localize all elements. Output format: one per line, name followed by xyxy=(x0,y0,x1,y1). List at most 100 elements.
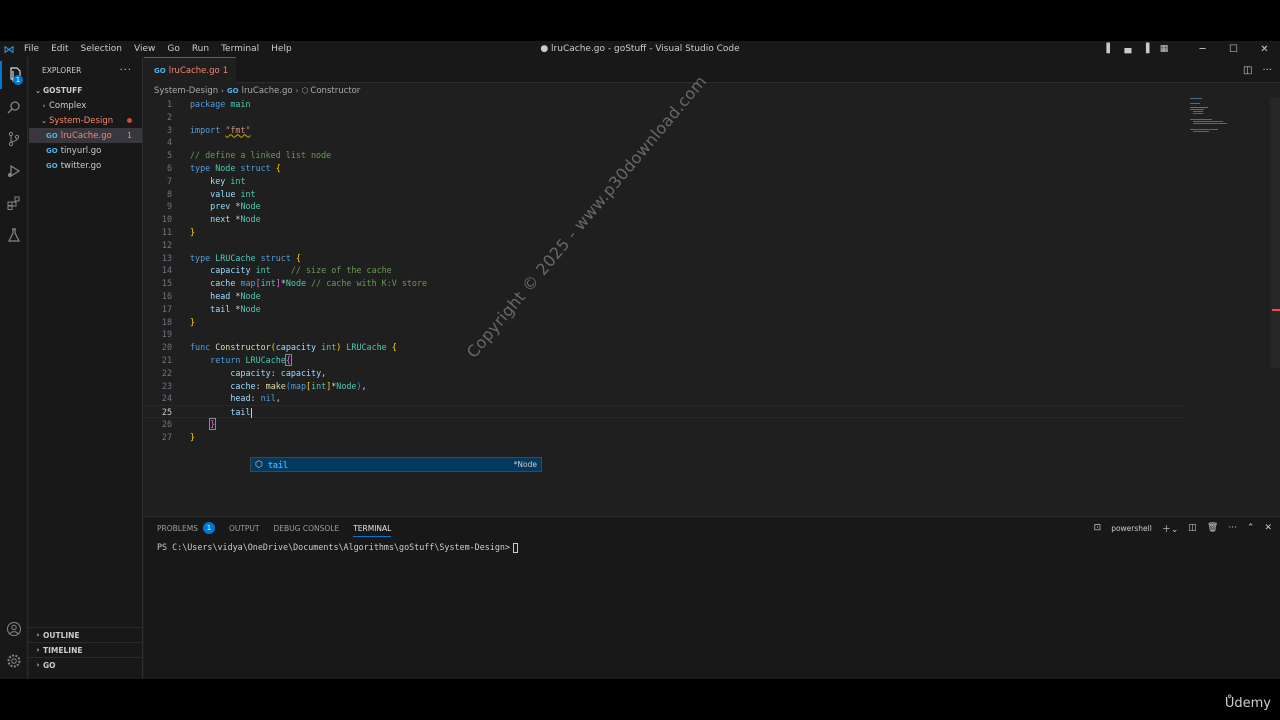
split-terminal-icon[interactable]: ◫ xyxy=(1188,523,1197,533)
split-editor-icon[interactable]: ◫ xyxy=(1243,65,1252,76)
minimize-icon[interactable]: ─ xyxy=(1187,44,1218,55)
window-controls: ▌ ▄ ▐ ▦ ─ ☐ ✕ xyxy=(1101,41,1280,57)
code-line: 20 func Constructor(capacity int) LRUCach… xyxy=(144,341,1184,354)
workspace-root[interactable]: ⌄ GOSTUFF xyxy=(29,83,142,98)
run-debug-icon[interactable] xyxy=(0,157,28,185)
sidebar-sections: › OUTLINE › TIMELINE › GO xyxy=(29,627,143,672)
line-number: 24 xyxy=(161,393,172,404)
menu-file[interactable]: File xyxy=(18,41,45,57)
maximize-icon[interactable]: ☐ xyxy=(1218,44,1249,55)
go-file-icon: GO xyxy=(46,131,58,140)
code-line: 10 next *Node xyxy=(144,213,1184,226)
tree-file-lrucache[interactable]: GO lruCache.go 1 xyxy=(29,128,142,143)
new-terminal-icon[interactable]: ＋⌄ xyxy=(1162,522,1179,535)
go-file-icon: GO xyxy=(154,66,166,75)
line-number: 6 xyxy=(166,163,172,173)
customize-layout-icon[interactable]: ▦ xyxy=(1155,44,1173,54)
source-control-icon[interactable] xyxy=(0,125,28,153)
menu-terminal[interactable]: Terminal xyxy=(215,41,265,57)
terminal[interactable]: PS C:\Users\vidya\OneDrive\Documents\Alg… xyxy=(157,542,518,553)
section-go[interactable]: › GO xyxy=(29,657,143,672)
toggle-secondary-sidebar-icon[interactable]: ▐ xyxy=(1137,44,1155,54)
kill-terminal-icon[interactable]: 🗑 xyxy=(1207,523,1218,533)
minimap[interactable] xyxy=(1190,98,1270,138)
terminal-prompt: PS C:\Users\vidya\OneDrive\Documents\Alg… xyxy=(157,542,510,552)
toggle-panel-icon[interactable]: ▄ xyxy=(1119,44,1137,54)
breadcrumb-symbol[interactable]: Constructor xyxy=(310,86,360,96)
panel-actions: ⊡ powershell ＋⌄ ◫ 🗑 ··· ⌃ ✕ xyxy=(1094,517,1272,539)
tab-debug-console[interactable]: DEBUG CONSOLE xyxy=(274,517,340,539)
close-window-icon[interactable]: ✕ xyxy=(1249,44,1280,55)
line-number: 3 xyxy=(166,124,172,135)
code-line: 18} xyxy=(144,316,1184,329)
workspace-root-label: GOSTUFF xyxy=(43,86,83,95)
line-number: 11 xyxy=(161,227,172,237)
tree-folder-label: System-Design xyxy=(49,115,114,126)
tree-file-tinyurl[interactable]: GO tinyurl.go xyxy=(29,143,142,158)
tab-lrucache[interactable]: GO lruCache.go 1 xyxy=(144,57,236,83)
maximize-panel-icon[interactable]: ⌃ xyxy=(1247,523,1255,533)
line-number: 2 xyxy=(166,111,172,122)
error-count: 1 xyxy=(126,131,132,140)
line-number: 14 xyxy=(161,265,172,276)
more-actions-icon[interactable]: ··· xyxy=(1228,523,1237,533)
section-outline[interactable]: › OUTLINE xyxy=(29,627,143,642)
tree-file-twitter[interactable]: GO twitter.go xyxy=(29,158,142,173)
line-number: 8 xyxy=(166,188,172,199)
autocomplete-item[interactable]: ⬡ tail *Node xyxy=(251,458,541,471)
line-number: 4 xyxy=(166,137,172,148)
extensions-icon[interactable] xyxy=(0,189,28,217)
tab-output[interactable]: OUTPUT xyxy=(229,517,260,539)
chevron-right-icon: › xyxy=(36,646,40,654)
menu-view[interactable]: View xyxy=(128,41,161,57)
tab-error-count: 1 xyxy=(222,65,229,76)
chevron-right-icon: › xyxy=(36,661,40,669)
code-line: 6 type Node struct { xyxy=(144,162,1184,175)
vscode-logo-icon: ⋈ xyxy=(3,42,15,56)
section-timeline[interactable]: › TIMELINE xyxy=(29,642,143,657)
explorer-icon[interactable]: 1 xyxy=(0,61,28,89)
toggle-primary-sidebar-icon[interactable]: ▌ xyxy=(1101,44,1119,54)
go-file-icon: GO xyxy=(46,146,58,155)
terminal-shell-label[interactable]: powershell xyxy=(1111,524,1152,533)
more-actions-icon[interactable]: ··· xyxy=(119,65,132,76)
menu-run[interactable]: Run xyxy=(186,41,215,57)
section-label: TIMELINE xyxy=(43,645,83,655)
line-number: 18 xyxy=(161,316,172,327)
breadcrumb-folder[interactable]: System-Design xyxy=(154,86,218,96)
close-panel-icon[interactable]: ✕ xyxy=(1264,523,1272,533)
account-icon[interactable] xyxy=(0,615,28,643)
chevron-down-icon: ⌄ xyxy=(35,86,41,95)
menu-selection[interactable]: Selection xyxy=(75,41,128,57)
search-icon[interactable] xyxy=(0,93,28,121)
code-line: 22 capacity: capacity, xyxy=(144,367,1184,380)
tab-terminal[interactable]: TERMINAL xyxy=(353,517,392,539)
bottom-panel: PROBLEMS 1 OUTPUT DEBUG CONSOLE TERMINAL… xyxy=(144,516,1280,679)
tab-problems[interactable]: PROBLEMS 1 xyxy=(157,517,215,539)
editor-tabs: GO lruCache.go 1 ◫ ··· xyxy=(144,57,1280,83)
chevron-down-icon: ⌄ xyxy=(41,116,47,125)
chevron-right-icon: › xyxy=(221,86,224,95)
breadcrumb-file[interactable]: lruCache.go xyxy=(242,86,293,96)
suggestion-label: tail xyxy=(267,459,289,470)
line-number: 7 xyxy=(166,175,172,186)
menu-go[interactable]: Go xyxy=(161,41,185,57)
code-line-current: 25 tail xyxy=(144,405,1184,418)
editor-actions: ◫ ··· xyxy=(1243,57,1272,83)
line-number: 9 xyxy=(166,201,172,212)
code-line: 24 head: nil, xyxy=(144,392,1184,405)
line-number: 10 xyxy=(161,214,172,225)
menu-help[interactable]: Help xyxy=(265,41,298,57)
code-line: 9 prev *Node xyxy=(144,200,1184,213)
testing-icon[interactable] xyxy=(0,221,28,249)
editor-scrollbar[interactable] xyxy=(1270,98,1280,368)
menu-edit[interactable]: Edit xyxy=(45,41,74,57)
tree-folder-complex[interactable]: › Complex xyxy=(29,98,142,113)
code-line: 14 capacity int // size of the cache xyxy=(144,264,1184,277)
code-line: 19 xyxy=(144,328,1184,341)
more-actions-icon[interactable]: ··· xyxy=(1262,65,1272,76)
tree-folder-system-design[interactable]: ⌄ System-Design xyxy=(29,113,142,128)
code-line: 5// define a linked list node xyxy=(144,149,1184,162)
settings-gear-icon[interactable] xyxy=(0,647,28,675)
go-file-icon: GO xyxy=(226,86,239,95)
